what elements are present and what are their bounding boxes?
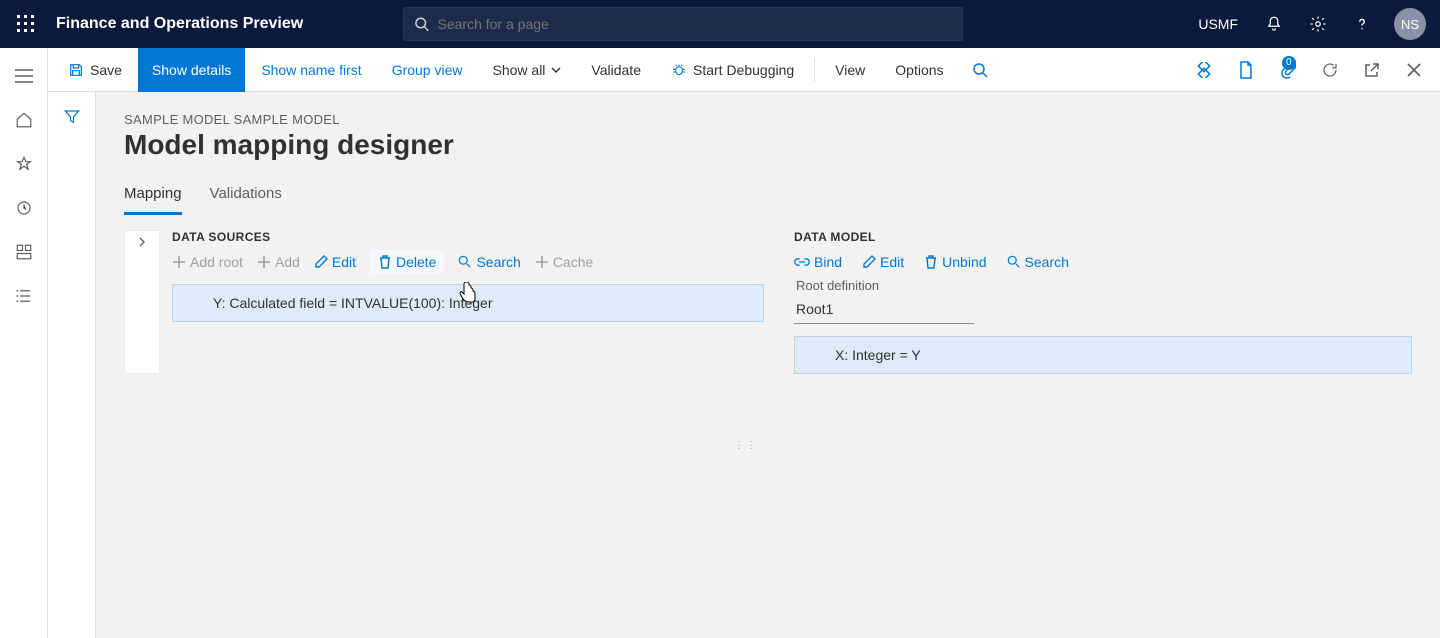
link-icon — [794, 255, 810, 269]
list-icon — [15, 287, 33, 305]
refresh-icon — [1321, 61, 1339, 79]
waffle-icon — [17, 15, 35, 33]
popout-icon — [1364, 62, 1380, 78]
attach-badge: 0 — [1282, 56, 1296, 70]
find-button[interactable] — [960, 48, 1000, 92]
dm-edit-button[interactable]: Edit — [862, 254, 904, 270]
ds-search-button[interactable]: Search — [458, 254, 520, 270]
star-icon — [15, 155, 33, 173]
show-name-first-button[interactable]: Show name first — [247, 48, 375, 92]
diamond-icon — [1196, 62, 1212, 78]
search-icon — [972, 62, 988, 78]
separator — [814, 58, 815, 82]
nav-home[interactable] — [4, 100, 44, 140]
start-debugging-button[interactable]: Start Debugging — [657, 48, 808, 92]
page-icon — [1238, 61, 1254, 79]
edit-button[interactable]: Edit — [314, 254, 356, 270]
help-icon — [1353, 15, 1371, 33]
plus-icon — [257, 255, 271, 269]
add-button[interactable]: Add — [257, 254, 300, 270]
bell-icon — [1265, 15, 1283, 33]
app-title: Finance and Operations Preview — [46, 15, 343, 33]
settings-button[interactable] — [1298, 0, 1338, 48]
gear-icon — [1309, 15, 1327, 33]
user-avatar[interactable]: NS — [1394, 8, 1426, 40]
page-title: Model mapping designer — [124, 129, 1412, 161]
add-root-button[interactable]: Add root — [172, 254, 243, 270]
save-button[interactable]: Save — [54, 48, 136, 92]
validate-button[interactable]: Validate — [577, 48, 655, 92]
attachments-button[interactable]: 0 — [1268, 48, 1308, 92]
app-topbar: Finance and Operations Preview USMF NS — [0, 0, 1440, 48]
trash-icon — [924, 255, 938, 269]
personalize-button[interactable] — [1184, 48, 1224, 92]
datasource-row[interactable]: Y: Calculated field = INTVALUE(100): Int… — [172, 284, 764, 322]
cache-button[interactable]: Cache — [535, 254, 593, 270]
nav-recent[interactable] — [4, 188, 44, 228]
filter-rail — [48, 92, 96, 638]
plus-icon — [172, 255, 186, 269]
tab-validations[interactable]: Validations — [210, 179, 282, 215]
start-debugging-label: Start Debugging — [693, 62, 794, 78]
global-search[interactable] — [403, 7, 963, 41]
search-icon — [414, 16, 429, 32]
search-icon — [1007, 255, 1021, 269]
show-details-button[interactable]: Show details — [138, 48, 245, 92]
funnel-icon — [63, 108, 81, 126]
search-icon — [458, 255, 472, 269]
tabs: Mapping Validations — [124, 179, 1412, 216]
group-view-button[interactable]: Group view — [378, 48, 477, 92]
root-definition-value[interactable]: Root1 — [794, 297, 974, 324]
pane-splitter[interactable]: ⋮⋮ — [734, 440, 758, 451]
datasources-toolbar: Add root Add Edit — [172, 254, 764, 270]
tab-mapping[interactable]: Mapping — [124, 179, 182, 215]
datamodel-row[interactable]: X: Integer = Y — [794, 336, 1412, 374]
unbind-button[interactable]: Unbind — [924, 254, 986, 270]
home-icon — [15, 111, 33, 129]
page-options-button[interactable] — [1226, 48, 1266, 92]
pencil-icon — [862, 255, 876, 269]
nav-modules[interactable] — [4, 276, 44, 316]
popout-button[interactable] — [1352, 48, 1392, 92]
close-page-button[interactable] — [1394, 48, 1434, 92]
show-all-label: Show all — [493, 62, 546, 78]
dm-search-button[interactable]: Search — [1007, 254, 1069, 270]
clock-icon — [15, 199, 33, 217]
app-launcher-button[interactable] — [6, 0, 46, 48]
root-definition-label: Root definition — [796, 278, 1412, 293]
save-icon — [68, 62, 84, 78]
show-all-dropdown[interactable]: Show all — [479, 48, 576, 92]
datamodel-toolbar: Bind Edit Unbind — [794, 254, 1412, 270]
datamodel-heading: DATA MODEL — [794, 230, 1412, 244]
company-picker[interactable]: USMF — [1186, 16, 1250, 32]
chevron-right-icon — [137, 237, 147, 247]
datasources-heading: DATA SOURCES — [172, 230, 764, 244]
datasource-tree-collapse[interactable] — [124, 230, 160, 374]
bind-button[interactable]: Bind — [794, 254, 842, 270]
delete-button[interactable]: Delete — [370, 250, 444, 274]
grid-icon — [15, 243, 33, 261]
nav-workspaces[interactable] — [4, 232, 44, 272]
nav-hamburger[interactable] — [4, 56, 44, 96]
global-search-input[interactable] — [438, 16, 953, 32]
breadcrumb: SAMPLE MODEL SAMPLE MODEL — [124, 112, 1412, 127]
filter-button[interactable] — [63, 108, 81, 638]
plus-icon — [535, 255, 549, 269]
chevron-down-icon — [551, 65, 561, 75]
help-button[interactable] — [1342, 0, 1382, 48]
nav-rail — [0, 48, 48, 638]
nav-favorites[interactable] — [4, 144, 44, 184]
save-label: Save — [90, 62, 122, 78]
notifications-button[interactable] — [1254, 0, 1294, 48]
bug-icon — [671, 62, 687, 78]
trash-icon — [378, 255, 392, 269]
command-bar: Save Show details Show name first Group … — [48, 48, 1440, 92]
options-menu[interactable]: Options — [881, 48, 957, 92]
close-icon — [1407, 63, 1421, 77]
view-menu[interactable]: View — [821, 48, 879, 92]
refresh-button[interactable] — [1310, 48, 1350, 92]
pencil-icon — [314, 255, 328, 269]
